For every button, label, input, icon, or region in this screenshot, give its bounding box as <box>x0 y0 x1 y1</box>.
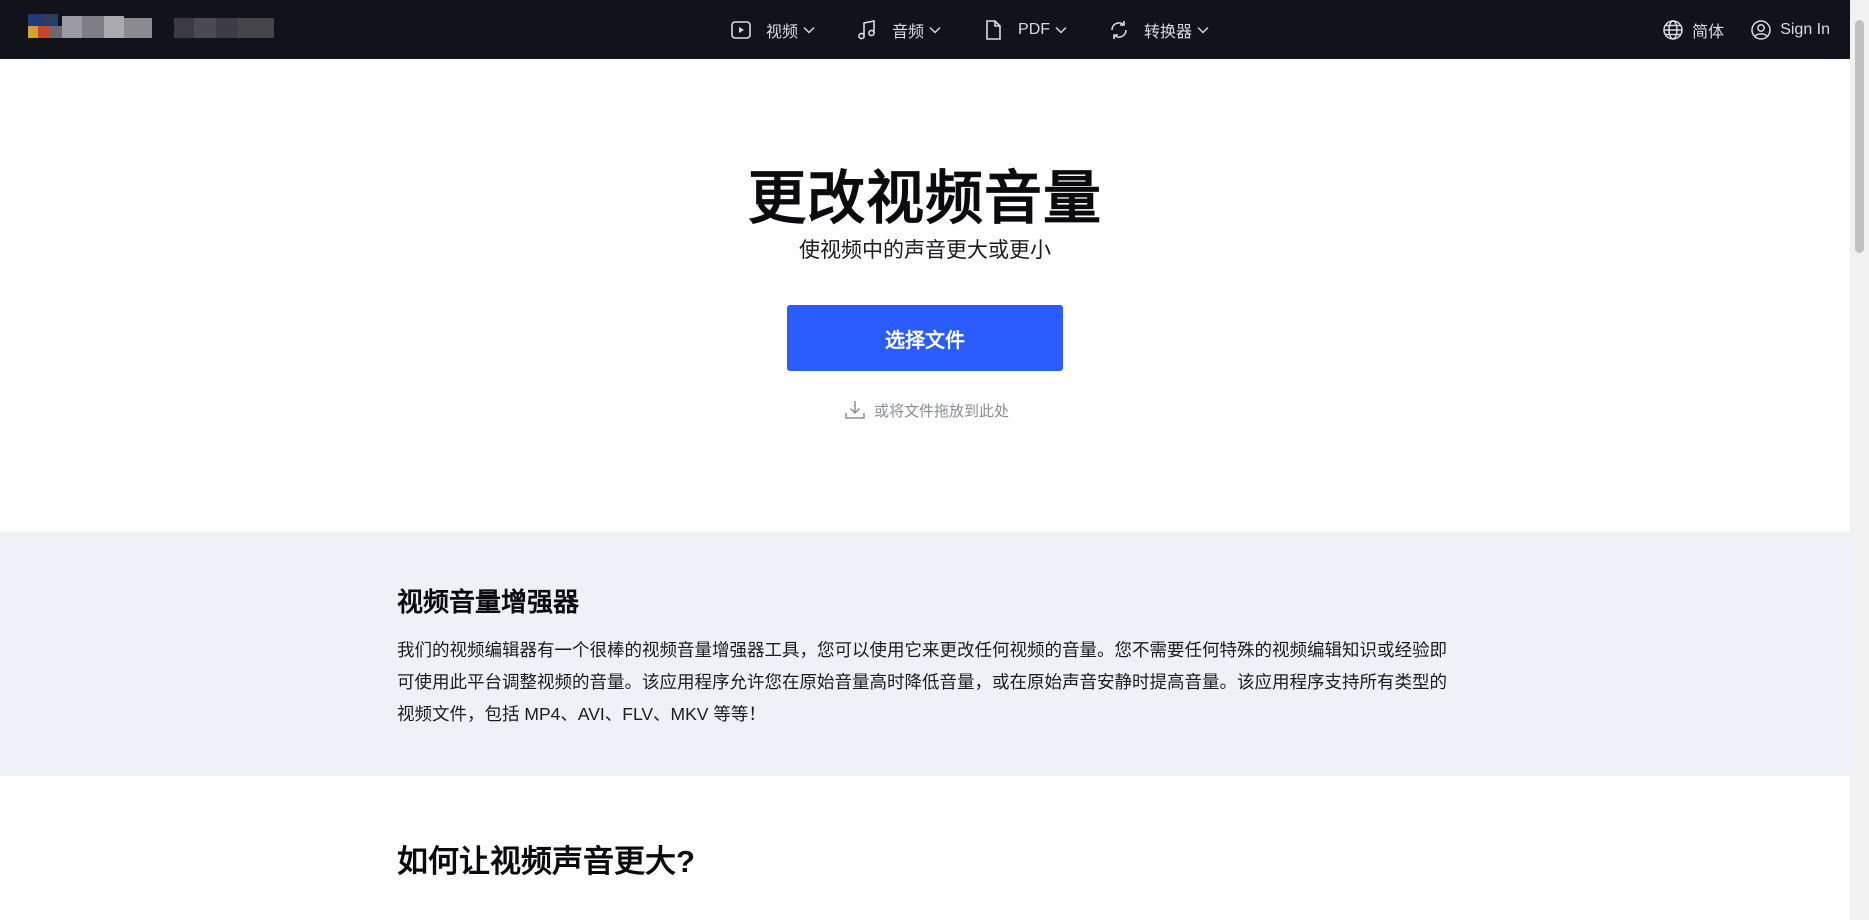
logo-pixel <box>104 16 124 38</box>
logo-pixel <box>38 26 50 38</box>
page-title: 更改视频音量 <box>747 166 1102 231</box>
logo-pixel <box>124 18 152 38</box>
chevron-down-icon <box>803 26 815 34</box>
nav-item-video[interactable]: 视频 <box>730 0 815 59</box>
nav-item-pdf[interactable]: PDF <box>982 0 1067 59</box>
nav-item-audio[interactable]: 音频 <box>856 0 941 59</box>
page-scrollbar[interactable] <box>1850 0 1869 920</box>
drop-zone-hint[interactable]: 或将文件拖放到此处 <box>844 399 1009 421</box>
hero-section: 更改视频音量 使视频中的声音更大或更小 选择文件 或将文件拖放到此处 <box>0 59 1850 532</box>
main-nav: 视频 音频 PDF 转换器 <box>730 0 1250 59</box>
choose-file-button[interactable]: 选择文件 <box>787 305 1063 371</box>
download-icon <box>844 399 866 421</box>
page-subtitle: 使视频中的声音更大或更小 <box>799 239 1051 262</box>
video-play-icon <box>730 19 752 41</box>
section-body: 我们的视频编辑器有一个很棒的视频音量增强器工具，您可以使用它来更改任何视频的音量… <box>397 640 1447 724</box>
logo-pixel <box>194 18 216 38</box>
info-section: 视频音量增强器 我们的视频编辑器有一个很棒的视频音量增强器工具，您可以使用它来更… <box>0 532 1850 776</box>
user-circle-icon <box>1750 19 1772 41</box>
convert-icon <box>1108 19 1130 41</box>
music-note-icon <box>856 19 878 41</box>
nav-item-label: 转换器 <box>1144 23 1193 41</box>
nav-item-label: 视频 <box>766 23 799 41</box>
logo-pixel <box>174 18 194 38</box>
drop-hint-text: 或将文件拖放到此处 <box>874 402 1010 420</box>
document-icon <box>982 19 1004 41</box>
section-heading: 视频音量增强器 <box>397 587 580 617</box>
site-logo[interactable] <box>22 14 278 40</box>
account-nav: 简体 Sign In <box>1636 0 1830 59</box>
logo-pixel <box>82 16 104 38</box>
logo-pixel <box>28 14 42 26</box>
nav-item-label: PDF <box>1018 20 1051 38</box>
nav-item-label: 音频 <box>892 23 925 41</box>
logo-pixel <box>62 16 82 38</box>
logo-pixel <box>238 18 274 38</box>
logo-pixel <box>50 26 62 38</box>
globe-icon <box>1662 19 1684 41</box>
logo-pixel <box>28 26 38 38</box>
language-selector[interactable]: 简体 <box>1662 18 1724 42</box>
sign-in-link[interactable]: Sign In <box>1750 19 1830 41</box>
top-navigation-bar: 视频 音频 PDF 转换器 简体 Sign In <box>0 0 1850 59</box>
sign-in-label: Sign In <box>1780 20 1830 38</box>
how-to-heading: 如何让视频声音更大? <box>397 844 695 879</box>
language-label: 简体 <box>1692 23 1725 41</box>
logo-pixel <box>42 14 58 26</box>
chevron-down-icon <box>1197 26 1209 34</box>
logo-pixel <box>216 18 238 38</box>
chevron-down-icon <box>1055 26 1067 34</box>
chevron-down-icon <box>929 26 941 34</box>
nav-item-converter[interactable]: 转换器 <box>1108 0 1209 59</box>
scrollbar-thumb[interactable] <box>1855 20 1864 253</box>
